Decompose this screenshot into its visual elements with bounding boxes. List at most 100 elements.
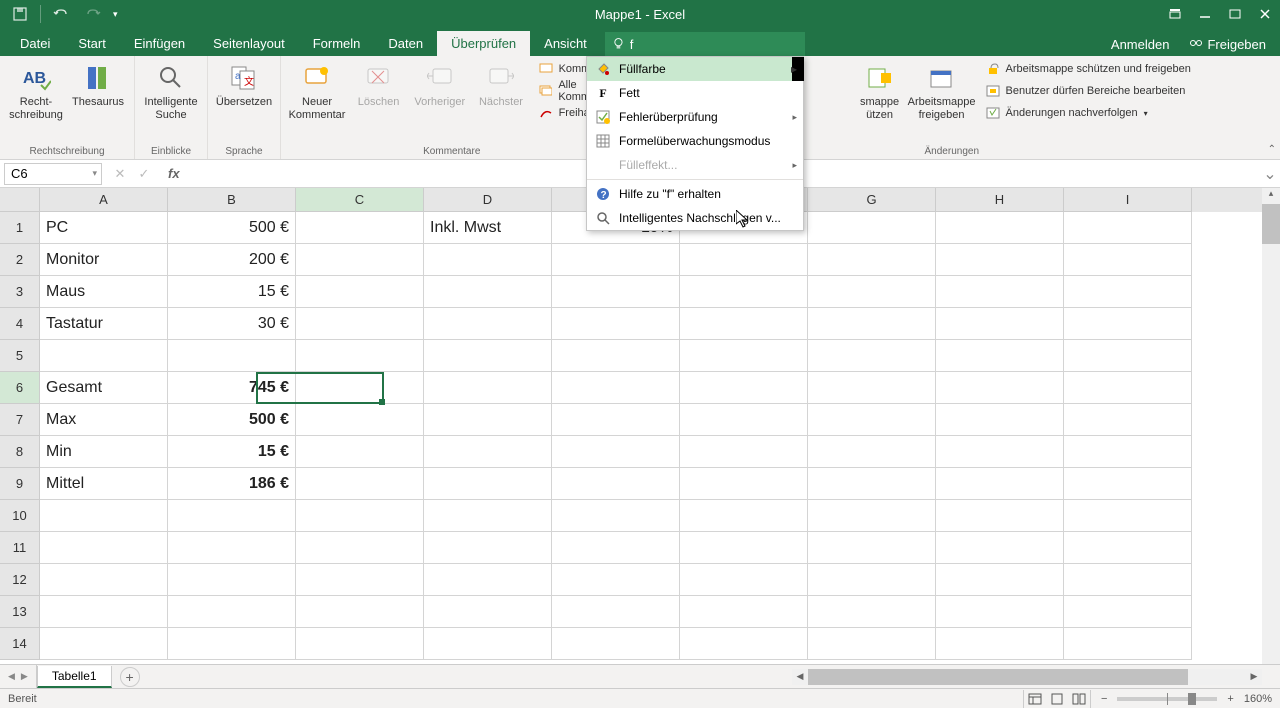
share-workbook-button[interactable]: smappe ützen: [850, 58, 910, 126]
rowhead-2[interactable]: 2: [0, 244, 40, 276]
tellme-item-1[interactable]: FFett: [587, 81, 803, 105]
cell-F7[interactable]: [680, 404, 808, 436]
tab-datei[interactable]: Datei: [6, 31, 64, 56]
freigeben-button[interactable]: Freigeben: [1179, 33, 1276, 56]
rowhead-9[interactable]: 9: [0, 468, 40, 500]
cell-D14[interactable]: [424, 628, 552, 660]
cell-F4[interactable]: [680, 308, 808, 340]
cell-I11[interactable]: [1064, 532, 1192, 564]
cell-H6[interactable]: [936, 372, 1064, 404]
cell-D4[interactable]: [424, 308, 552, 340]
cell-A3[interactable]: Maus: [40, 276, 168, 308]
tellme-item-7[interactable]: Intelligentes Nachschlagen v...: [587, 206, 803, 230]
rowhead-6[interactable]: 6: [0, 372, 40, 404]
cell-B1[interactable]: 500 €: [168, 212, 296, 244]
cell-G14[interactable]: [808, 628, 936, 660]
tellme-item-3[interactable]: Formelüberwachungsmodus: [587, 129, 803, 153]
share-workbook2-button[interactable]: Arbeitsmappe freigeben: [912, 58, 972, 126]
colhead-G[interactable]: G: [808, 188, 936, 212]
save-button[interactable]: [8, 2, 32, 26]
tellme-box[interactable]: [605, 32, 805, 56]
cell-B4[interactable]: 30 €: [168, 308, 296, 340]
cell-D7[interactable]: [424, 404, 552, 436]
cell-A7[interactable]: Max: [40, 404, 168, 436]
rowhead-5[interactable]: 5: [0, 340, 40, 372]
tellme-item-6[interactable]: ?Hilfe zu "f" erhalten: [587, 182, 803, 206]
cell-D2[interactable]: [424, 244, 552, 276]
cell-I6[interactable]: [1064, 372, 1192, 404]
cell-G4[interactable]: [808, 308, 936, 340]
redo-button[interactable]: [81, 2, 105, 26]
cell-B5[interactable]: [168, 340, 296, 372]
rowhead-3[interactable]: 3: [0, 276, 40, 308]
cell-B13[interactable]: [168, 596, 296, 628]
zoom-slider[interactable]: [1117, 697, 1217, 701]
cell-A6[interactable]: Gesamt: [40, 372, 168, 404]
cell-B9[interactable]: 186 €: [168, 468, 296, 500]
protect-share-button[interactable]: Arbeitsmappe schützen und freigeben: [980, 58, 1197, 80]
cell-D8[interactable]: [424, 436, 552, 468]
cell-I1[interactable]: [1064, 212, 1192, 244]
cell-F2[interactable]: [680, 244, 808, 276]
cell-E14[interactable]: [552, 628, 680, 660]
cell-E5[interactable]: [552, 340, 680, 372]
cell-I12[interactable]: [1064, 564, 1192, 596]
cell-F14[interactable]: [680, 628, 808, 660]
cell-I10[interactable]: [1064, 500, 1192, 532]
cell-H8[interactable]: [936, 436, 1064, 468]
cell-A5[interactable]: [40, 340, 168, 372]
cell-G8[interactable]: [808, 436, 936, 468]
cell-I8[interactable]: [1064, 436, 1192, 468]
cancel-formula-button[interactable]: ✕: [110, 166, 130, 182]
minimize-button[interactable]: [1190, 0, 1220, 28]
new-comment-button[interactable]: Neuer Kommentar: [287, 58, 347, 126]
tab-start[interactable]: Start: [64, 31, 119, 56]
rowhead-10[interactable]: 10: [0, 500, 40, 532]
view-pagebreak-button[interactable]: [1068, 690, 1090, 708]
cell-E13[interactable]: [552, 596, 680, 628]
cell-C7[interactable]: [296, 404, 424, 436]
tellme-item-2[interactable]: Fehlerüberprüfung▸: [587, 105, 803, 129]
tellme-input[interactable]: [630, 37, 797, 52]
cell-I14[interactable]: [1064, 628, 1192, 660]
collapse-ribbon-button[interactable]: ⌃: [1268, 144, 1276, 155]
cell-B12[interactable]: [168, 564, 296, 596]
rowhead-8[interactable]: 8: [0, 436, 40, 468]
track-changes-button[interactable]: Änderungen nachverfolgen ▾: [980, 102, 1197, 124]
cell-G11[interactable]: [808, 532, 936, 564]
cell-D3[interactable]: [424, 276, 552, 308]
cell-B6[interactable]: 745 €: [168, 372, 296, 404]
cell-C12[interactable]: [296, 564, 424, 596]
cell-H11[interactable]: [936, 532, 1064, 564]
cell-G3[interactable]: [808, 276, 936, 308]
cell-H9[interactable]: [936, 468, 1064, 500]
cell-F3[interactable]: [680, 276, 808, 308]
rowhead-7[interactable]: 7: [0, 404, 40, 436]
cell-B7[interactable]: 500 €: [168, 404, 296, 436]
sheet-nav-next[interactable]: ▶: [19, 671, 30, 682]
cell-I9[interactable]: [1064, 468, 1192, 500]
cell-C9[interactable]: [296, 468, 424, 500]
rowhead-12[interactable]: 12: [0, 564, 40, 596]
zoom-out-button[interactable]: −: [1101, 693, 1107, 705]
cell-A8[interactable]: Min: [40, 436, 168, 468]
cell-C3[interactable]: [296, 276, 424, 308]
thesaurus-button[interactable]: Thesaurus: [68, 58, 128, 113]
cell-E4[interactable]: [552, 308, 680, 340]
horizontal-scrollbar[interactable]: ◀ ▶: [792, 669, 1262, 685]
worksheet-grid[interactable]: A B C D E F G H I 1234567891011121314 PC…: [0, 188, 1280, 664]
cell-F5[interactable]: [680, 340, 808, 372]
cell-A1[interactable]: PC: [40, 212, 168, 244]
cell-E12[interactable]: [552, 564, 680, 596]
cell-I7[interactable]: [1064, 404, 1192, 436]
cell-F11[interactable]: [680, 532, 808, 564]
cell-G7[interactable]: [808, 404, 936, 436]
expand-formula-button[interactable]: ⌄: [1260, 164, 1280, 184]
cell-F10[interactable]: [680, 500, 808, 532]
colhead-D[interactable]: D: [424, 188, 552, 212]
cell-C11[interactable]: [296, 532, 424, 564]
allow-edit-ranges-button[interactable]: Benutzer dürfen Bereiche bearbeiten: [980, 80, 1197, 102]
view-normal-button[interactable]: [1024, 690, 1046, 708]
cell-C8[interactable]: [296, 436, 424, 468]
cell-C6[interactable]: [296, 372, 424, 404]
